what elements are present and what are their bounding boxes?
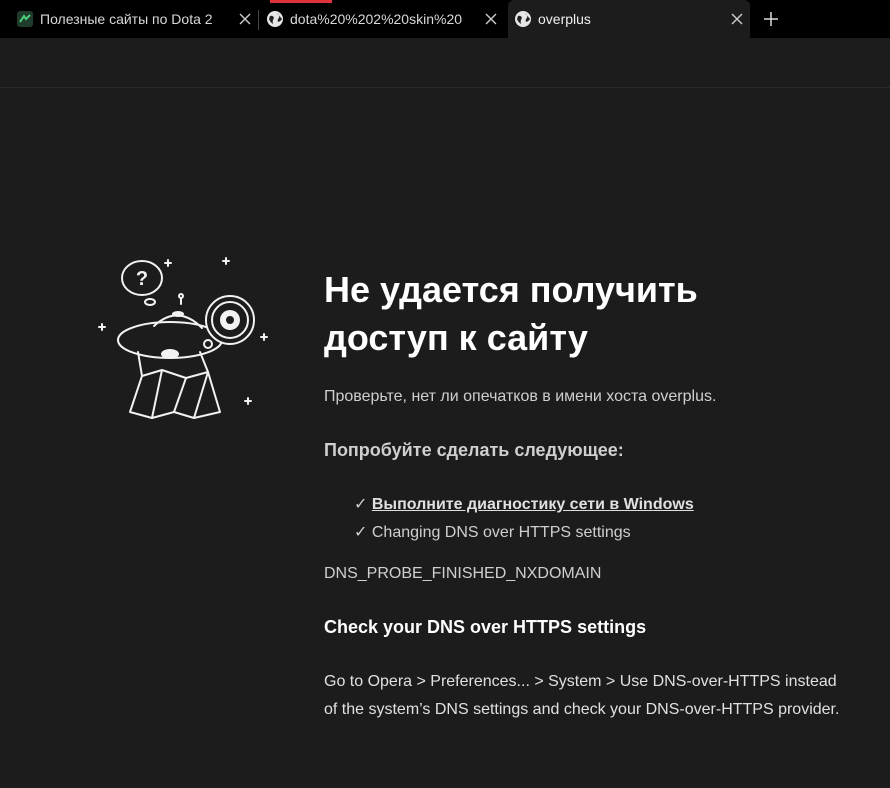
suggestions-list: ✓ Выполните диагностику сети в Windows ✓… <box>354 491 844 547</box>
error-content: Не удается получить доступ к сайту Прове… <box>324 266 844 724</box>
tab-title: overplus <box>538 11 591 27</box>
hostname-check-text: Проверьте, нет ли опечатков в имени хост… <box>324 388 717 405</box>
checkmark-icon: ✓ <box>354 524 368 541</box>
address-bar-area <box>0 38 890 88</box>
suggestions-title: Попробуйте сделать следующее: <box>324 440 624 460</box>
tab-title: Полезные сайты по Dota 2 <box>40 11 213 27</box>
close-tab-icon[interactable] <box>482 10 500 28</box>
close-tab-icon[interactable] <box>236 10 254 28</box>
tab-bar: Полезные сайты по Dota 2 dota%20%202%20s… <box>0 0 890 38</box>
dns-settings-suggestion: Changing DNS over HTTPS settings <box>371 524 631 541</box>
tab-dota-sites[interactable]: Полезные сайты по Dota 2 <box>14 0 254 38</box>
checkmark-icon: ✓ <box>354 496 368 513</box>
globe-icon <box>266 10 284 28</box>
new-tab-plus-icon[interactable] <box>760 8 782 30</box>
dns-instructions: Go to Opera > Preferences... > System > … <box>324 673 840 718</box>
tab-overplus[interactable]: overplus <box>508 0 750 38</box>
tab-title: dota%20%202%20skin%20 <box>290 11 463 27</box>
suggestion-item: ✓ Выполните диагностику сети в Windows <box>354 491 844 519</box>
tab-separator <box>258 10 259 30</box>
dns-section-title: Check your DNS over HTTPS settings <box>324 617 647 637</box>
globe-icon <box>514 10 532 28</box>
suggestion-item: ✓ Changing DNS over HTTPS settings <box>354 519 844 547</box>
network-diagnostics-link[interactable]: Выполните диагностику сети в Windows <box>372 496 694 513</box>
error-code: DNS_PROBE_FINISHED_NXDOMAIN <box>324 565 602 582</box>
question-mark-label: ? <box>136 268 148 290</box>
lost-ufo-map-illustration: ? <box>90 248 270 428</box>
tab-dota-skin[interactable]: dota%20%202%20skin%20 <box>264 0 500 38</box>
error-heading: Не удается получить доступ к сайту <box>324 269 698 358</box>
dota-app-icon <box>16 10 34 28</box>
close-tab-icon[interactable] <box>728 10 746 28</box>
